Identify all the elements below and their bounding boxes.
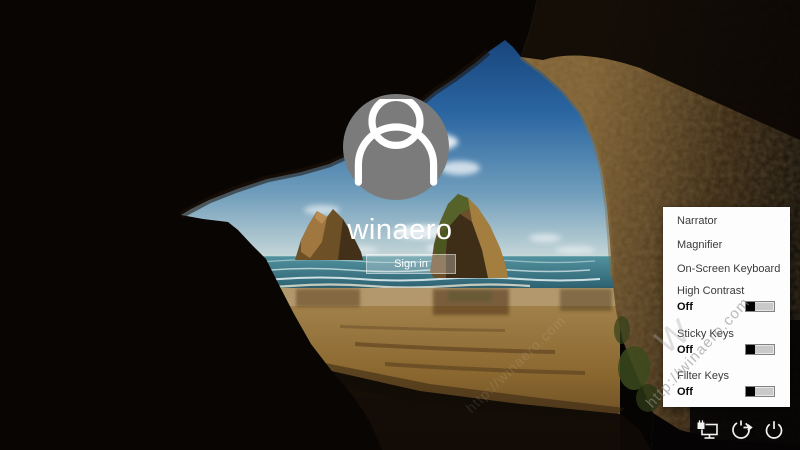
high-contrast-label: High Contrast: [677, 285, 780, 297]
toggle-thumb: [746, 387, 755, 396]
menu-item-on-screen-keyboard[interactable]: On-Screen Keyboard: [677, 263, 780, 275]
person-icon: [348, 99, 444, 195]
sticky-keys-label: Sticky Keys: [677, 328, 780, 340]
high-contrast-state: Off: [677, 301, 693, 313]
username-label: winaero: [250, 214, 550, 247]
toggle-thumb: [746, 302, 755, 311]
high-contrast-toggle[interactable]: Off: [677, 300, 775, 313]
filter-keys-label: Filter Keys: [677, 370, 780, 382]
network-status-button[interactable]: [695, 417, 721, 443]
menu-item-narrator[interactable]: Narrator: [677, 215, 780, 227]
system-tray: [695, 417, 787, 443]
sign-in-screen: http://winaero.com winaero Sign in Narra…: [0, 0, 800, 450]
toggle-thumb: [746, 345, 755, 354]
filter-keys-toggle[interactable]: Off: [677, 385, 775, 398]
sign-in-button[interactable]: Sign in: [366, 254, 456, 274]
filter-keys-state: Off: [677, 386, 693, 398]
ease-of-access-icon: [729, 418, 753, 442]
ease-of-access-menu: Narrator Magnifier On-Screen Keyboard Hi…: [663, 207, 790, 407]
toggle-switch[interactable]: [745, 344, 775, 355]
power-icon: [762, 418, 786, 442]
sticky-keys-state: Off: [677, 344, 693, 356]
menu-item-magnifier[interactable]: Magnifier: [677, 239, 780, 251]
network-icon: [696, 419, 720, 441]
toggle-switch[interactable]: [745, 386, 775, 397]
sticky-keys-toggle[interactable]: Off: [677, 343, 775, 356]
user-avatar: [343, 94, 449, 200]
ease-of-access-button[interactable]: [728, 417, 754, 443]
toggle-switch[interactable]: [745, 301, 775, 312]
power-button[interactable]: [761, 417, 787, 443]
